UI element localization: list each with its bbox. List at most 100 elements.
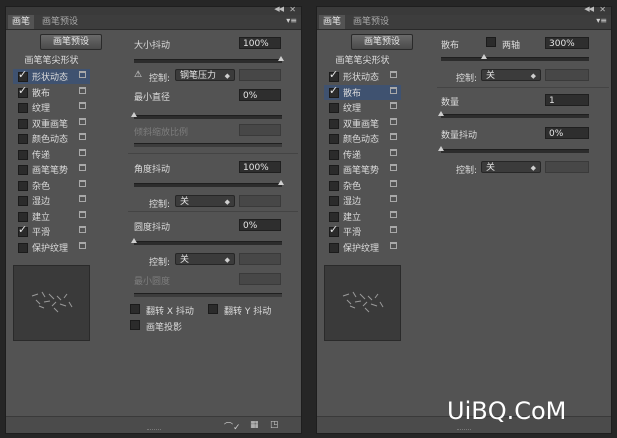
brush-setting-item[interactable]: 传递 [324,147,401,162]
brush-presets-button[interactable]: 画笔预设 [351,34,413,50]
brush-setting-item[interactable]: 画笔笔势 [324,162,401,177]
tab-brush[interactable]: 画笔 [319,15,346,29]
setting-checkbox[interactable] [329,84,339,98]
size-jitter-slider[interactable] [134,59,282,63]
brush-setting-item[interactable]: 传递 [13,147,90,162]
min-diameter-slider[interactable] [134,115,282,119]
brush-tip-shape-item[interactable]: 画笔笔尖形状 [324,54,401,68]
collapse-icon[interactable]: ◀◀ [584,5,594,13]
angle-jitter-input[interactable]: 100% [239,161,281,173]
min-diameter-input[interactable]: 0% [239,89,281,101]
min-diameter-handle[interactable] [131,112,137,117]
brush-setting-item[interactable]: 建立 [13,209,90,224]
brush-setting-item[interactable]: 湿边 [324,193,401,208]
lock-icon[interactable] [79,148,86,156]
lock-icon[interactable] [79,117,86,125]
brush-setting-item[interactable]: 湿边 [13,193,90,208]
brush-tip-shape-item[interactable]: 画笔笔尖形状 [13,54,90,68]
angle-control-select[interactable]: 关 ◆ [175,195,235,207]
lock-icon[interactable] [390,86,397,94]
roundness-jitter-slider[interactable] [134,241,282,245]
lock-icon[interactable] [79,195,86,202]
brush-setting-item[interactable]: 散布 [13,84,90,100]
panel-menu-icon[interactable]: ▾≡ [286,16,297,25]
flip-x-checkbox[interactable] [130,304,140,314]
scatter-slider[interactable] [441,57,589,61]
count-jitter-slider[interactable] [441,149,589,153]
brush-setting-item[interactable]: 平滑 [324,223,401,239]
new-brush-icon[interactable]: ◳ [270,420,279,430]
count-handle[interactable] [438,111,444,116]
brush-setting-item[interactable]: 杂色 [324,178,401,193]
brush-setting-item[interactable]: 保护纹理 [324,240,401,255]
lock-icon[interactable] [390,210,397,218]
count-slider[interactable] [441,114,589,118]
roundness-control-select[interactable]: 关 ◆ [175,253,235,265]
setting-checkbox[interactable] [329,165,339,175]
setting-checkbox[interactable] [18,165,28,175]
setting-checkbox[interactable] [18,103,28,113]
both-axes-checkbox[interactable] [486,37,496,47]
close-icon[interactable]: ✕ [289,5,296,14]
flip-y-checkbox[interactable] [208,304,218,314]
setting-checkbox[interactable] [329,118,339,129]
angle-jitter-slider[interactable] [134,183,282,187]
brush-setting-item[interactable]: 建立 [324,209,401,224]
setting-checkbox[interactable] [18,68,28,82]
lock-icon[interactable] [79,86,86,94]
setting-checkbox[interactable] [329,68,339,82]
count-control-select[interactable]: 关 ◆ [481,161,541,173]
setting-checkbox[interactable] [18,223,28,237]
brush-setting-item[interactable]: 散布 [324,84,401,100]
lock-icon[interactable] [79,102,86,109]
tab-brush[interactable]: 画笔 [8,15,35,29]
setting-checkbox[interactable] [18,211,28,222]
setting-checkbox[interactable] [329,180,339,191]
size-jitter-input[interactable]: 100% [239,37,281,49]
brush-setting-item[interactable]: 颜色动态 [13,131,90,146]
setting-checkbox[interactable] [18,149,28,160]
lock-icon[interactable] [79,179,86,187]
brush-setting-item[interactable]: 形状动态 [13,68,90,84]
lock-icon[interactable] [390,102,397,109]
lock-icon[interactable] [390,179,397,187]
brush-setting-item[interactable]: 画笔笔势 [13,162,90,177]
lock-icon[interactable] [390,195,397,202]
roundness-jitter-handle[interactable] [131,238,137,243]
brush-setting-item[interactable]: 双重画笔 [324,116,401,131]
setting-checkbox[interactable] [329,223,339,237]
panel-menu-icon[interactable]: ▾≡ [596,16,607,25]
setting-checkbox[interactable] [18,180,28,191]
setting-checkbox[interactable] [329,149,339,160]
setting-checkbox[interactable] [329,103,339,113]
setting-checkbox[interactable] [18,196,28,206]
size-control-select[interactable]: 钢笔压力 ◆ [175,69,235,81]
setting-checkbox[interactable] [329,211,339,222]
brush-setting-item[interactable]: 纹理 [13,100,90,115]
lock-icon[interactable] [79,241,86,249]
size-jitter-handle[interactable] [278,56,284,61]
brush-setting-item[interactable]: 保护纹理 [13,240,90,255]
lock-icon[interactable] [79,71,86,78]
roundness-jitter-input[interactable]: 0% [239,219,281,231]
brush-setting-item[interactable]: 颜色动态 [324,131,401,146]
brush-setting-item[interactable]: 纹理 [324,100,401,115]
setting-checkbox[interactable] [329,196,339,206]
count-jitter-input[interactable]: 0% [545,127,589,139]
angle-jitter-handle[interactable] [278,180,284,185]
setting-checkbox[interactable] [18,118,28,129]
setting-checkbox[interactable] [18,134,28,144]
lock-icon[interactable] [79,133,86,140]
count-jitter-handle[interactable] [438,146,444,151]
close-icon[interactable]: ✕ [599,5,606,14]
setting-checkbox[interactable] [329,242,339,253]
scatter-input[interactable]: 300% [545,37,589,49]
lock-icon[interactable] [390,148,397,156]
lock-icon[interactable] [79,226,86,233]
resize-grip[interactable] [146,429,161,432]
lock-icon[interactable] [79,164,86,171]
lock-icon[interactable] [390,117,397,125]
brush-projection-checkbox[interactable] [130,320,140,330]
brush-setting-item[interactable]: 形状动态 [324,68,401,84]
brush-presets-button[interactable]: 画笔预设 [40,34,102,50]
